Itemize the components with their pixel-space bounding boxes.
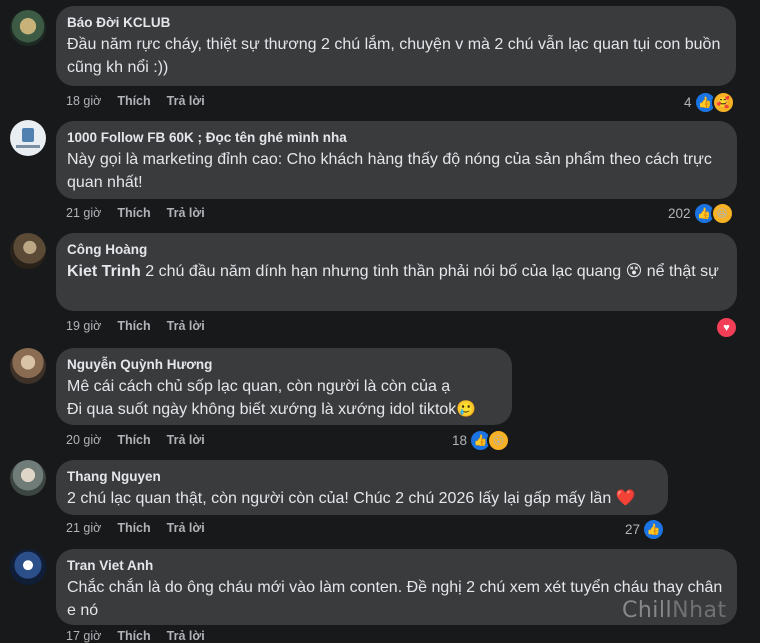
reaction-summary[interactable]: 27 👍: [625, 518, 666, 541]
avatar[interactable]: [10, 460, 46, 496]
comment-author[interactable]: Nguyễn Quỳnh Hương: [67, 356, 500, 373]
comment-author[interactable]: Thang Nguyen: [67, 468, 656, 485]
reply-button[interactable]: Trả lời: [167, 319, 205, 333]
comment-actions: 17 giờ Thích Trả lời: [66, 629, 205, 643]
reaction-count: 27: [625, 522, 641, 537]
comment-text-line: Mê cái cách chủ sốp lạc quan, còn người …: [67, 378, 451, 395]
comment-bubble: 1000 Follow FB 60K ; Đọc tên ghé mình nh…: [56, 121, 737, 199]
love-icon: ♥: [715, 316, 738, 339]
comment-bubble: Nguyễn Quỳnh Hương Mê cái cách chủ sốp l…: [56, 348, 512, 425]
comment-text: Này gọi là marketing đỉnh cao: Cho khách…: [67, 151, 712, 191]
comment-actions: 21 giờ Thích Trả lời: [66, 521, 205, 535]
comment-time[interactable]: 20 giờ: [66, 433, 101, 447]
comment-bubble: Công Hoàng Kiet Trinh 2 chú đầu năm dính…: [56, 233, 737, 311]
like-button[interactable]: Thích: [117, 319, 150, 333]
reaction-summary[interactable]: 4 👍 🥰: [684, 91, 735, 114]
care-icon: 🥰: [711, 91, 735, 114]
reply-button[interactable]: Trả lời: [167, 206, 205, 220]
reaction-summary[interactable]: 18 👍 😮: [452, 429, 511, 452]
comment-text-body: 2 chú đầu năm dính hạn nhưng tinh thần p…: [140, 263, 719, 280]
comment-actions: 18 giờ Thích Trả lời: [66, 94, 205, 108]
like-icon: 👍: [642, 518, 666, 541]
comment-bubble: Báo Đời KCLUB Đầu năm rực cháy, thiệt sự…: [56, 6, 736, 86]
like-button[interactable]: Thích: [117, 433, 150, 447]
reply-button[interactable]: Trả lời: [167, 94, 205, 108]
avatar[interactable]: [10, 348, 46, 384]
avatar[interactable]: [10, 120, 46, 156]
comment-text-line: Đi qua suốt ngày không biết xướng là xướ…: [67, 401, 477, 418]
comment-author[interactable]: Công Hoàng: [67, 241, 725, 258]
comment-time[interactable]: 19 giờ: [66, 319, 101, 333]
like-button[interactable]: Thích: [117, 521, 150, 535]
comment-time[interactable]: 18 giờ: [66, 94, 101, 108]
reaction-summary[interactable]: ♥: [713, 316, 738, 339]
wow-icon: 😮: [487, 429, 511, 452]
comment-time[interactable]: 21 giờ: [66, 521, 101, 535]
mention-link[interactable]: Kiet Trinh: [67, 263, 141, 280]
like-button[interactable]: Thích: [117, 94, 150, 108]
comment-bubble: Thang Nguyen 2 chú lạc quan thật, còn ng…: [56, 460, 668, 515]
comment-text: 2 chú lạc quan thật, còn người còn của! …: [67, 490, 636, 507]
avatar[interactable]: [10, 10, 46, 46]
reaction-count: 18: [452, 433, 468, 448]
watermark: ChillNhat: [622, 598, 727, 623]
comment-time[interactable]: 21 giờ: [66, 206, 101, 220]
comment-author[interactable]: 1000 Follow FB 60K ; Đọc tên ghé mình nh…: [67, 129, 725, 146]
comment-text: Kiet Trinh 2 chú đầu năm dính hạn nhưng …: [67, 260, 725, 283]
comment-author[interactable]: Tran Viet Anh: [67, 557, 725, 574]
reaction-summary[interactable]: 202 👍 😆: [668, 202, 734, 225]
watermark-part: Nhat: [672, 598, 727, 623]
watermark-part: Chill: [622, 598, 673, 623]
comment-actions: 21 giờ Thích Trả lời: [66, 206, 205, 220]
comment-actions: 20 giờ Thích Trả lời: [66, 433, 205, 447]
comment-actions: 19 giờ Thích Trả lời: [66, 319, 205, 333]
reaction-count: 202: [668, 206, 691, 221]
comment-text: Đầu năm rực cháy, thiệt sự thương 2 chú …: [67, 36, 721, 76]
haha-icon: 😆: [710, 202, 734, 225]
reaction-count: 4: [684, 95, 692, 110]
like-button[interactable]: Thích: [117, 629, 150, 643]
avatar[interactable]: [10, 233, 46, 269]
comment-text: Mê cái cách chủ sốp lạc quan, còn người …: [67, 375, 500, 421]
avatar[interactable]: [10, 549, 46, 585]
reply-button[interactable]: Trả lời: [167, 521, 205, 535]
like-button[interactable]: Thích: [117, 206, 150, 220]
reply-button[interactable]: Trả lời: [167, 629, 205, 643]
comment-author[interactable]: Báo Đời KCLUB: [67, 14, 724, 31]
comment-time[interactable]: 17 giờ: [66, 629, 101, 643]
reply-button[interactable]: Trả lời: [167, 433, 205, 447]
